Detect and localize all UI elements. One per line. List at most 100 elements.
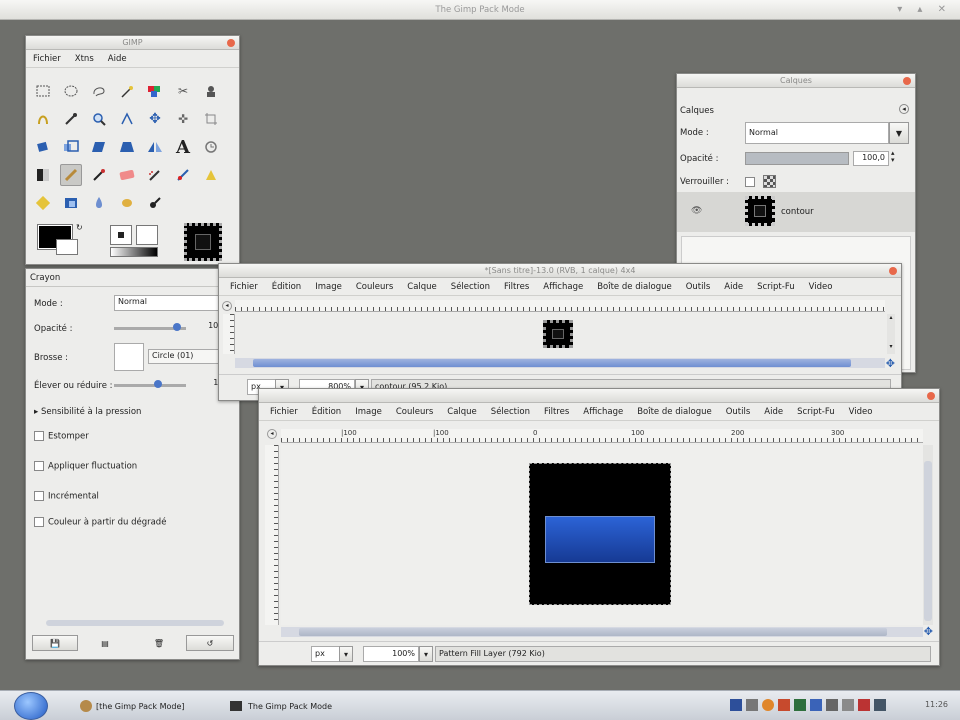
- option-gradient-color[interactable]: Couleur à partir du dégradé: [34, 517, 166, 528]
- vertical-ruler[interactable]: [265, 445, 279, 625]
- scale-icon[interactable]: [60, 136, 82, 158]
- rotate-icon[interactable]: [32, 136, 54, 158]
- lock-alpha-checkbox[interactable]: [745, 177, 755, 187]
- brush-selector[interactable]: [114, 343, 144, 371]
- tray-speaker-icon[interactable]: [746, 699, 758, 711]
- menu-calque[interactable]: Calque: [400, 282, 444, 292]
- menu-image[interactable]: Image: [348, 407, 389, 417]
- layers-titlebar[interactable]: Calques: [677, 74, 915, 88]
- zoom-chevron-down-icon[interactable]: ▾: [419, 646, 433, 662]
- option-fluctuation[interactable]: Appliquer fluctuation: [34, 461, 137, 472]
- rect-select-icon[interactable]: [32, 80, 54, 102]
- lock-pixels-icon[interactable]: [763, 175, 776, 188]
- pencil-icon[interactable]: [60, 164, 82, 186]
- menu-affichage[interactable]: Affichage: [536, 282, 590, 292]
- clock[interactable]: 11:26: [925, 700, 948, 709]
- horizontal-scrollbar[interactable]: [235, 358, 885, 368]
- taskbar-item-gimp-pack-mode[interactable]: [the Gimp Pack Mode]: [80, 697, 220, 715]
- image-window-100-titlebar[interactable]: [259, 389, 939, 403]
- ink-icon[interactable]: [172, 164, 194, 186]
- perspective-icon[interactable]: [116, 136, 138, 158]
- levels-icon[interactable]: [32, 164, 54, 186]
- menu-xtns[interactable]: Xtns: [68, 54, 101, 64]
- horizontal-scrollbar-thumb[interactable]: [299, 628, 887, 636]
- taskbar-item-gimp-window[interactable]: The Gimp Pack Mode: [230, 697, 370, 715]
- start-menu-icon[interactable]: [14, 692, 48, 720]
- close-icon[interactable]: [227, 39, 235, 47]
- toolbox-titlebar[interactable]: GIMP: [26, 36, 239, 50]
- blend-icon[interactable]: [60, 192, 82, 214]
- vertical-scrollbar[interactable]: ▴ ▾: [887, 314, 895, 354]
- shear-icon[interactable]: [88, 136, 110, 158]
- tray-app-icon[interactable]: [874, 699, 886, 711]
- free-select-icon[interactable]: [88, 80, 110, 102]
- scale-slider[interactable]: [114, 384, 186, 387]
- tray-app-icon[interactable]: [858, 699, 870, 711]
- eye-visibility-icon[interactable]: 👁: [691, 206, 702, 216]
- tray-app-icon[interactable]: [794, 699, 806, 711]
- canvas-area[interactable]: [235, 314, 885, 354]
- layer-name[interactable]: contour: [781, 207, 814, 217]
- menu-filtres[interactable]: Filtres: [497, 282, 536, 292]
- menu-script-fu[interactable]: Script-Fu: [750, 282, 802, 292]
- menu-boite-dialogue[interactable]: Boîte de dialogue: [630, 407, 719, 417]
- layers-mode-chevron-down-icon[interactable]: ▼: [889, 122, 909, 144]
- menu-outils[interactable]: Outils: [679, 282, 718, 292]
- restore-options-button[interactable]: ▤: [86, 635, 124, 651]
- menu-image[interactable]: Image: [308, 282, 349, 292]
- align-icon[interactable]: ✜: [172, 108, 194, 130]
- horizontal-ruler[interactable]: [235, 300, 885, 312]
- canvas-image[interactable]: [529, 463, 671, 605]
- tray-app-icon[interactable]: [810, 699, 822, 711]
- active-image-thumbnail[interactable]: [184, 223, 222, 261]
- navigate-icon[interactable]: ✥: [886, 357, 895, 370]
- color-select-icon[interactable]: [144, 80, 166, 102]
- menu-outils[interactable]: Outils: [719, 407, 758, 417]
- tray-app-icon[interactable]: [778, 699, 790, 711]
- options-scrollbar[interactable]: [46, 620, 224, 626]
- menu-affichage[interactable]: Affichage: [576, 407, 630, 417]
- foreground-select-icon[interactable]: [200, 80, 222, 102]
- horizontal-ruler[interactable]: |100 |100 0 100 200 300: [281, 429, 923, 443]
- canvas-area[interactable]: [281, 445, 923, 625]
- fuzzy-select-icon[interactable]: [116, 80, 138, 102]
- menu-edition[interactable]: Édition: [305, 407, 348, 417]
- menu-couleurs[interactable]: Couleurs: [349, 282, 400, 292]
- zoom-dropdown[interactable]: 100%: [363, 646, 419, 662]
- menu-fichier[interactable]: Fichier: [263, 407, 305, 417]
- mode-dropdown[interactable]: Normal: [114, 295, 234, 311]
- horizontal-scrollbar[interactable]: [281, 627, 923, 637]
- unit-dropdown[interactable]: px: [311, 646, 341, 662]
- vertical-scrollbar[interactable]: [923, 445, 933, 625]
- fluctuation-checkbox[interactable]: [34, 461, 44, 471]
- menu-calque[interactable]: Calque: [440, 407, 484, 417]
- layer-thumbnail[interactable]: [745, 196, 775, 226]
- menu-aide[interactable]: Aide: [757, 407, 790, 417]
- close-icon[interactable]: [889, 267, 897, 275]
- menu-aide[interactable]: Aide: [717, 282, 750, 292]
- menu-filtres[interactable]: Filtres: [537, 407, 576, 417]
- background-color-swatch[interactable]: [56, 239, 78, 255]
- menu-script-fu[interactable]: Script-Fu: [790, 407, 842, 417]
- close-icon[interactable]: [903, 77, 911, 85]
- reset-options-button[interactable]: ↺: [186, 635, 234, 651]
- color-picker-icon[interactable]: [60, 108, 82, 130]
- tray-app-icon[interactable]: [842, 699, 854, 711]
- menu-edition[interactable]: Édition: [265, 282, 308, 292]
- layers-opacity-stepper[interactable]: ▴ ▾: [891, 150, 895, 164]
- layer-row-contour[interactable]: 👁 contour: [677, 192, 915, 232]
- menu-aide[interactable]: Aide: [101, 54, 134, 64]
- flip-icon[interactable]: [144, 136, 166, 158]
- blue-rectangle[interactable]: [545, 516, 655, 563]
- menu-video[interactable]: Video: [842, 407, 880, 417]
- horizontal-scrollbar-thumb[interactable]: [253, 359, 851, 367]
- bucket-fill-icon[interactable]: [32, 192, 54, 214]
- crop-icon[interactable]: [200, 108, 222, 130]
- clone-stamp-icon[interactable]: [200, 136, 222, 158]
- menu-couleurs[interactable]: Couleurs: [389, 407, 440, 417]
- estomper-checkbox[interactable]: [34, 431, 44, 441]
- brush-preview[interactable]: [110, 225, 132, 245]
- paintbrush-icon[interactable]: [88, 164, 110, 186]
- layers-tab-menu-icon[interactable]: ◂: [899, 104, 909, 114]
- window-controls[interactable]: ▾ ▴ ✕: [897, 4, 952, 15]
